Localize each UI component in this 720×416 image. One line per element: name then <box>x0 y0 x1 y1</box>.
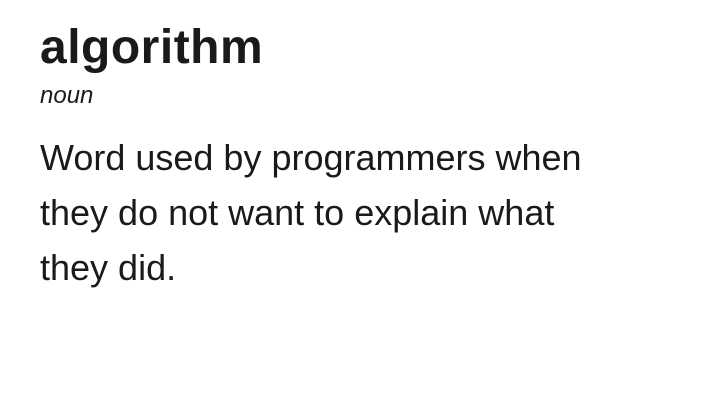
definition-line: they do not want to explain what <box>40 192 555 233</box>
definition-line: they did. <box>40 247 177 288</box>
definition: Word used by programmers when they do no… <box>40 130 700 295</box>
part-of-speech: noun <box>40 82 94 109</box>
headword: algorithm <box>40 21 264 74</box>
dictionary-entry: algorithm noun Word used by programmers … <box>40 24 700 295</box>
definition-line: Word used by programmers when <box>40 137 582 178</box>
